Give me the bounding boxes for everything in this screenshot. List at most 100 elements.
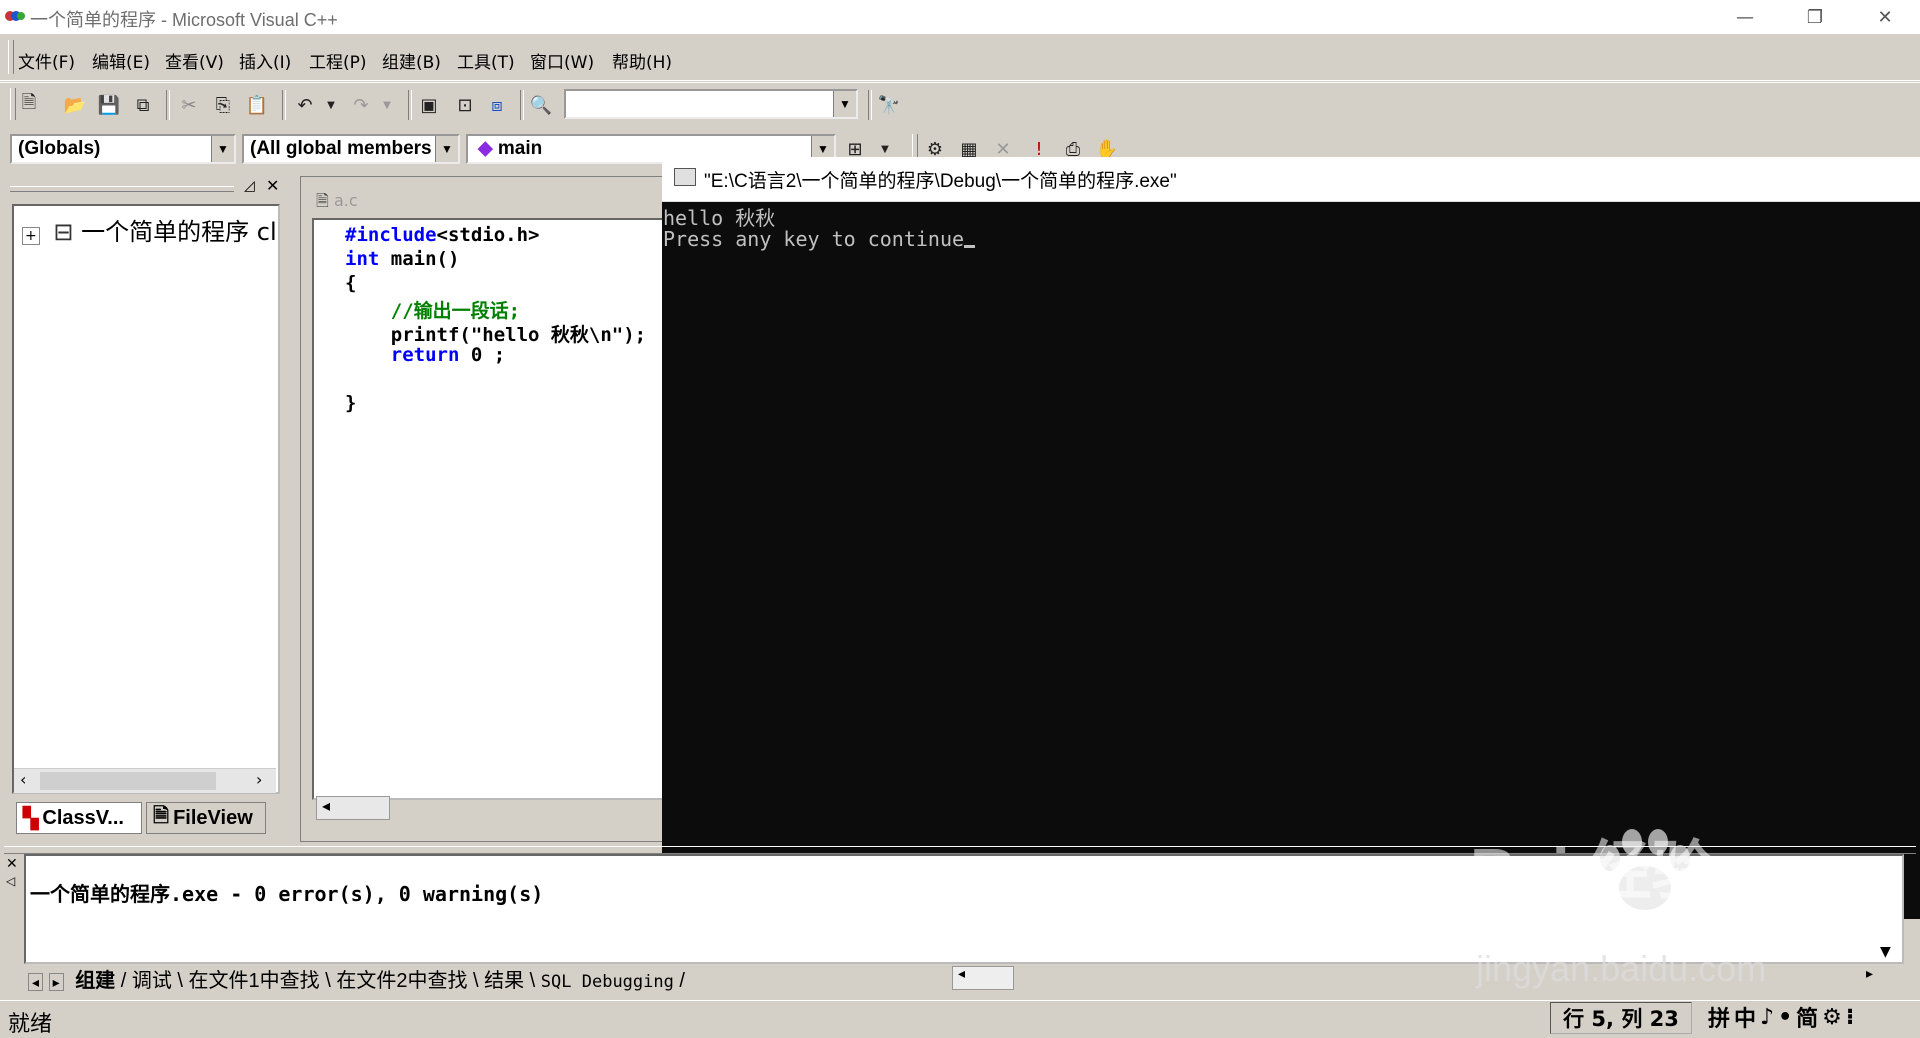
close-pane-icon[interactable]: ✕	[266, 176, 279, 195]
scroll-right-icon[interactable]: ›	[256, 770, 262, 789]
save-icon[interactable]: 💾	[96, 92, 122, 118]
console-window[interactable]	[662, 157, 1920, 919]
tree-item-label: 一个简单的程序 cl	[81, 218, 277, 246]
menu-window[interactable]: 窗口(W)	[530, 48, 594, 73]
scroll-left-icon[interactable]: ◂	[322, 796, 330, 815]
app-logo-icon	[5, 11, 25, 21]
chevron-down-icon[interactable]: ▼	[211, 136, 234, 162]
menu-help[interactable]: 帮助(H)	[612, 48, 672, 73]
ime-pinyin-icon[interactable]: 拼	[1708, 1001, 1730, 1033]
tab-scroll-right-icon[interactable]: ▸	[48, 973, 64, 991]
class-tree[interactable]	[12, 204, 280, 794]
code-text: main()	[379, 248, 460, 270]
output-icon[interactable]: ⊡	[452, 92, 478, 118]
cursor-caret	[964, 245, 976, 248]
scroll-down-icon[interactable]: ▼	[1880, 944, 1891, 960]
ime-chinese-icon[interactable]: 中	[1734, 1001, 1756, 1033]
menu-file[interactable]: 文件(F)	[18, 48, 75, 73]
cut-icon[interactable]: ✂	[176, 92, 202, 118]
ime-moon-icon[interactable]: ♪	[1760, 1005, 1774, 1030]
classview-icon: ▚	[23, 807, 39, 830]
ime-toolbar[interactable]: 拼 中 ♪ • 简 ⚙ ⁝	[1708, 1001, 1916, 1033]
code-line-4: //输出一段话;	[345, 300, 521, 322]
console-icon	[674, 168, 696, 186]
tab-debug[interactable]: 调试	[132, 970, 172, 992]
menu-insert[interactable]: 插入(I)	[239, 48, 291, 73]
open-folder-icon[interactable]: 📂	[62, 92, 88, 118]
menu-tools[interactable]: 工具(T)	[457, 48, 515, 73]
find-icon[interactable]: 🔭	[876, 92, 902, 118]
status-text: 就绪	[8, 1012, 53, 1037]
ime-punct-icon[interactable]: •	[1778, 1005, 1792, 1030]
redo-icon[interactable]: ↷	[348, 92, 374, 118]
menu-edit[interactable]: 编辑(E)	[92, 48, 150, 73]
pane-gripper[interactable]	[10, 186, 234, 192]
code-line-2: int main()	[345, 248, 459, 270]
class-combo[interactable]: (Globals) ▼	[10, 134, 236, 164]
code-keyword: int	[345, 248, 380, 270]
toolbar-separator	[166, 90, 170, 120]
scroll-thumb[interactable]	[40, 772, 216, 790]
code-line-6: return 0 ;	[345, 344, 505, 366]
tab-fileview[interactable]: 🗎 FileView	[146, 802, 266, 834]
tab-find-in-files-1[interactable]: 在文件1中查找	[189, 970, 320, 992]
chevron-down-icon[interactable]: ▼	[833, 91, 856, 117]
scroll-left-icon[interactable]: ◂	[958, 966, 965, 982]
menu-project[interactable]: 工程(P)	[309, 48, 367, 73]
copy-icon[interactable]: ⎘	[210, 92, 236, 118]
tab-build[interactable]: 组建	[75, 970, 115, 992]
dock-icon[interactable]: ◁	[6, 874, 15, 888]
minimize-button[interactable]: —	[1710, 0, 1780, 34]
redo-dropdown-icon[interactable]: ▼	[374, 92, 400, 118]
watermark-url: jingyan.baidu.com	[1476, 948, 1767, 989]
tab-sql-debugging[interactable]: SQL Debugging	[541, 972, 674, 992]
close-pane-icon[interactable]: ✕	[6, 856, 18, 872]
toolbar-separator	[408, 90, 412, 120]
output-tab-strip: ◂ ▸ 组建 / 调试 \ 在文件1中查找 \ 在文件2中查找 \ 结果 \ S…	[28, 964, 685, 992]
code-line-5: printf("hello 秋秋\n");	[345, 324, 647, 346]
save-all-icon[interactable]: ⧉	[130, 92, 156, 118]
tab-fileview-label: FileView	[173, 806, 253, 829]
cursor-position: 行 5, 列 23	[1550, 1002, 1692, 1034]
tab-scroll-left-icon[interactable]: ◂	[28, 973, 44, 991]
workspace-icon[interactable]: ▣	[416, 92, 442, 118]
scroll-right-icon[interactable]: ▸	[1866, 966, 1873, 982]
ime-more-icon[interactable]: ⁝	[1846, 1005, 1854, 1030]
source-file-icon: 🗎	[316, 191, 329, 210]
editor-tab-label: a.c	[333, 191, 358, 210]
filter-combo-value: (All global members	[250, 138, 432, 159]
tab-classview[interactable]: ▚ ClassV...	[16, 802, 142, 834]
chevron-down-icon[interactable]: ▼	[435, 136, 458, 162]
ime-settings-icon[interactable]: ⚙	[1822, 1005, 1842, 1030]
find-in-files-icon[interactable]: 🔍	[528, 92, 554, 118]
console-title: "E:\C语言2\一个简单的程序\Debug\一个简单的程序.exe"	[704, 171, 1177, 192]
restore-button[interactable]: ❐	[1780, 0, 1850, 34]
standard-toolbar	[0, 82, 1920, 127]
undo-dropdown-icon[interactable]: ▼	[318, 92, 344, 118]
menu-view[interactable]: 查看(V)	[165, 48, 224, 73]
close-button[interactable]: ✕	[1850, 0, 1920, 34]
console-prompt-text: Press any key to continue	[663, 227, 965, 251]
undo-icon[interactable]: ↶	[292, 92, 318, 118]
tree-item-project[interactable]: + ⊟ 一个简单的程序 cl	[22, 212, 277, 247]
editor-tab[interactable]: 🗎 a.c	[316, 190, 358, 217]
ime-simplified-icon[interactable]: 简	[1796, 1001, 1818, 1033]
toolbar-separator	[868, 90, 872, 120]
tab-results[interactable]: 结果	[484, 970, 524, 992]
expand-icon[interactable]: +	[22, 227, 40, 245]
scroll-left-icon[interactable]: ‹	[20, 770, 26, 789]
new-file-icon[interactable]: 🗎	[16, 92, 42, 118]
tab-classview-label: ClassV...	[42, 806, 124, 829]
toolbar-separator	[282, 90, 286, 120]
dock-icon[interactable]: ◿	[244, 178, 255, 194]
tab-find-in-files-2[interactable]: 在文件2中查找	[336, 970, 467, 992]
find-combo[interactable]: ▼	[564, 89, 858, 119]
paste-icon[interactable]: 📋	[244, 92, 270, 118]
code-line-7: }	[345, 392, 357, 414]
code-keyword: #include	[345, 224, 437, 246]
filter-combo[interactable]: (All global members ▼	[242, 134, 460, 164]
window-list-icon[interactable]: ⧈	[484, 92, 510, 118]
menubar-grip[interactable]	[8, 40, 14, 74]
menu-build[interactable]: 组建(B)	[382, 48, 441, 73]
code-keyword: return	[345, 344, 460, 366]
